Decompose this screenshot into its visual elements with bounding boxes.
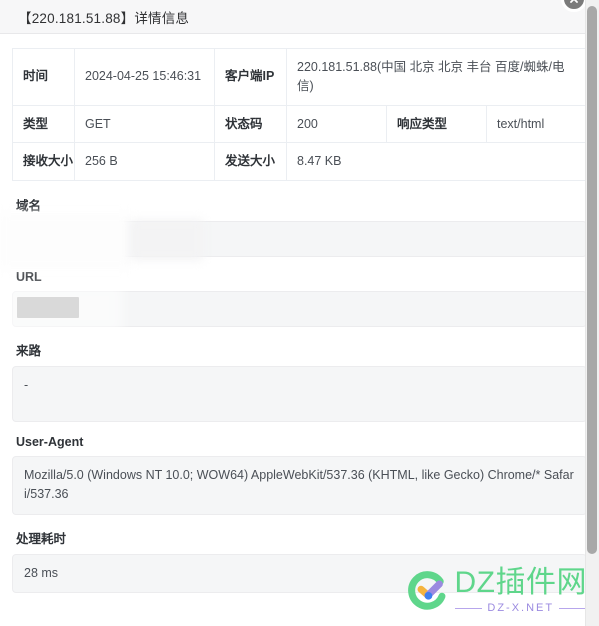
domain-field: 域名: [0, 195, 587, 269]
user-agent-value[interactable]: Mozilla/5.0 (Windows NT 10.0; WOW64) App…: [12, 456, 587, 515]
referer-label: 来路: [16, 344, 42, 358]
redaction-block: [17, 297, 79, 318]
table-row: 时间 2024-04-25 15:46:31 客户端IP 220.181.51.…: [12, 48, 587, 106]
modal-title: 【220.181.51.88】详情信息: [18, 10, 190, 26]
client-ip-value: 220.181.51.88(中国 北京 北京 丰台 百度/蜘蛛/电信): [286, 48, 587, 106]
scrollbar-track[interactable]: [585, 0, 599, 626]
url-field: URL: [0, 270, 587, 334]
modal-header: 【220.181.51.88】详情信息: [0, 0, 599, 34]
redaction-overlay: [0, 282, 123, 334]
referer-field: 来路 -: [12, 340, 587, 422]
referer-value[interactable]: -: [12, 366, 587, 422]
close-icon: [570, 0, 578, 3]
request-info-table: 时间 2024-04-25 15:46:31 客户端IP 220.181.51.…: [12, 48, 587, 181]
send-size-value: 8.47 KB: [286, 142, 587, 181]
close-button[interactable]: [561, 0, 587, 12]
user-agent-label: User-Agent: [16, 435, 84, 449]
table-row: 类型 GET 状态码 200 响应类型 text/html: [12, 104, 587, 144]
send-size-label: 发送大小: [214, 142, 287, 181]
duration-field: 处理耗时 28 ms: [12, 528, 587, 594]
status-code-value: 200: [286, 104, 387, 144]
table-row: 接收大小 256 B 发送大小 8.47 KB: [12, 142, 587, 181]
recv-size-value: 256 B: [74, 142, 215, 181]
domain-value[interactable]: [0, 213, 587, 269]
url-value[interactable]: [0, 282, 587, 334]
url-label: URL: [16, 270, 42, 284]
redaction-overlay: [0, 213, 131, 269]
time-label: 时间: [12, 48, 75, 106]
recv-size-label: 接收大小: [12, 142, 75, 181]
redaction-overlay: [131, 220, 203, 260]
method-value: GET: [74, 104, 215, 144]
content-type-label: 响应类型: [386, 104, 487, 144]
method-label: 类型: [12, 104, 75, 144]
time-value: 2024-04-25 15:46:31: [74, 48, 215, 106]
detail-modal: 【220.181.51.88】详情信息 时间 2024-04-25 15:46:…: [0, 0, 599, 626]
status-code-label: 状态码: [214, 104, 287, 144]
duration-label: 处理耗时: [16, 531, 67, 546]
content-type-value: text/html: [486, 104, 587, 144]
scrollbar-thumb[interactable]: [587, 6, 597, 554]
duration-value[interactable]: 28 ms: [12, 553, 587, 594]
client-ip-label: 客户端IP: [214, 48, 287, 106]
modal-body: 时间 2024-04-25 15:46:31 客户端IP 220.181.51.…: [0, 34, 599, 626]
user-agent-field: User-Agent Mozilla/5.0 (Windows NT 10.0;…: [12, 435, 587, 515]
domain-label: 域名: [16, 199, 42, 213]
